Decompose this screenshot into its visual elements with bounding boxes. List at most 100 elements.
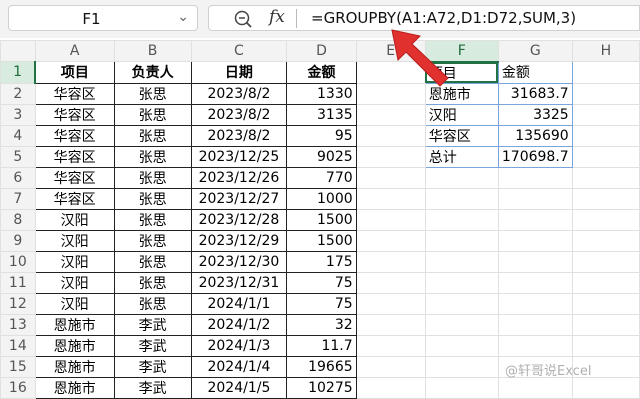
row-header[interactable]: 5 [0,145,36,168]
cell[interactable]: 张思 [113,103,192,126]
cell[interactable] [424,376,499,399]
chevron-down-icon[interactable]: ⌄ [177,9,189,25]
cell[interactable] [497,376,573,399]
cell[interactable] [497,313,573,336]
cell[interactable] [355,145,426,168]
cell[interactable] [355,334,426,357]
cell[interactable] [571,250,640,273]
row-header[interactable]: 12 [0,292,36,315]
cell[interactable] [571,271,640,294]
cell[interactable] [497,334,573,357]
column-header[interactable]: A [34,40,115,62]
cell[interactable]: 770 [286,166,357,189]
cell[interactable] [571,292,640,315]
cell[interactable] [497,229,573,252]
cell[interactable] [571,145,640,168]
cell[interactable]: 9025 [286,145,357,168]
cell[interactable]: 1000 [286,187,357,210]
cell[interactable]: 汉阳 [34,292,115,315]
cell[interactable]: 李武 [113,334,192,357]
row-header[interactable]: 13 [0,313,36,336]
cell[interactable] [424,166,499,189]
function-icon[interactable]: fx [269,7,285,27]
cell[interactable] [571,61,640,84]
cell[interactable] [497,187,573,210]
cell[interactable]: 张思 [113,271,192,294]
cell[interactable]: 2023/12/25 [190,145,288,168]
row-header[interactable]: 11 [0,271,36,294]
cell[interactable]: 2023/12/26 [190,166,288,189]
cell[interactable] [424,229,499,252]
cell[interactable]: 170698.7 [497,145,573,168]
cell[interactable] [355,229,426,252]
row-header[interactable]: 16 [0,376,36,399]
cell[interactable]: 华容区 [34,124,115,147]
column-header[interactable]: C [190,40,288,62]
row-header[interactable]: 8 [0,208,36,231]
cell[interactable] [571,229,640,252]
cell[interactable]: 李武 [113,376,192,399]
cell[interactable]: 19665 [286,355,357,378]
cell[interactable] [571,313,640,336]
cell[interactable] [424,208,499,231]
cell[interactable]: 恩施市 [34,313,115,336]
cell[interactable]: 张思 [113,166,192,189]
cell[interactable]: 75 [286,271,357,294]
cell[interactable]: 2024/1/3 [190,334,288,357]
cell[interactable]: 1330 [286,82,357,105]
cell[interactable]: 95 [286,124,357,147]
cell[interactable]: 汉阳 [34,229,115,252]
cell[interactable]: 恩施市 [34,334,115,357]
cell[interactable] [571,166,640,189]
cell[interactable]: 张思 [113,292,192,315]
cell[interactable]: 3135 [286,103,357,126]
cell[interactable]: 1500 [286,229,357,252]
cell[interactable]: 汉阳 [34,271,115,294]
row-header[interactable]: 3 [0,103,36,126]
cell[interactable]: 2024/1/4 [190,355,288,378]
cell[interactable]: 32 [286,313,357,336]
cell[interactable]: 华容区 [34,145,115,168]
cell[interactable]: 10275 [286,376,357,399]
cell[interactable] [424,250,499,273]
cell[interactable] [497,271,573,294]
cell[interactable] [571,208,640,231]
cell[interactable] [571,82,640,105]
cell[interactable] [497,292,573,315]
cell[interactable]: 2023/12/31 [190,271,288,294]
cell[interactable] [497,250,573,273]
cell[interactable]: 1500 [286,208,357,231]
cell[interactable]: 2023/8/2 [190,103,288,126]
cell[interactable] [355,250,426,273]
cell[interactable]: 负责人 [113,61,192,84]
cell[interactable] [355,124,426,147]
row-header[interactable]: 4 [0,124,36,147]
cell[interactable] [355,271,426,294]
cell[interactable]: 2023/12/28 [190,208,288,231]
cell[interactable]: 175 [286,250,357,273]
cell[interactable] [571,187,640,210]
cell[interactable]: 135690 [497,124,573,147]
cell[interactable]: 李武 [113,355,192,378]
cell[interactable] [424,271,499,294]
row-header[interactable]: 10 [0,250,36,273]
cell[interactable] [355,166,426,189]
cell[interactable] [571,103,640,126]
cell[interactable]: 恩施市 [34,355,115,378]
cell[interactable]: 张思 [113,82,192,105]
cell[interactable]: 华容区 [424,124,499,147]
cell[interactable] [355,208,426,231]
cell[interactable]: 3325 [497,103,573,126]
cell[interactable] [571,376,640,399]
cell[interactable]: 2023/8/2 [190,82,288,105]
cell[interactable]: 金额 [497,61,573,84]
cell[interactable]: 张思 [113,208,192,231]
formula-text[interactable]: =GROUPBY(A1:A72,D1:D72,SUM,3) [311,9,576,27]
cell[interactable] [424,292,499,315]
cell[interactable] [355,355,426,378]
cell[interactable]: 华容区 [34,187,115,210]
row-header[interactable]: 7 [0,187,36,210]
cell[interactable]: 华容区 [34,166,115,189]
cell[interactable]: 2024/1/2 [190,313,288,336]
cell[interactable]: 华容区 [34,82,115,105]
